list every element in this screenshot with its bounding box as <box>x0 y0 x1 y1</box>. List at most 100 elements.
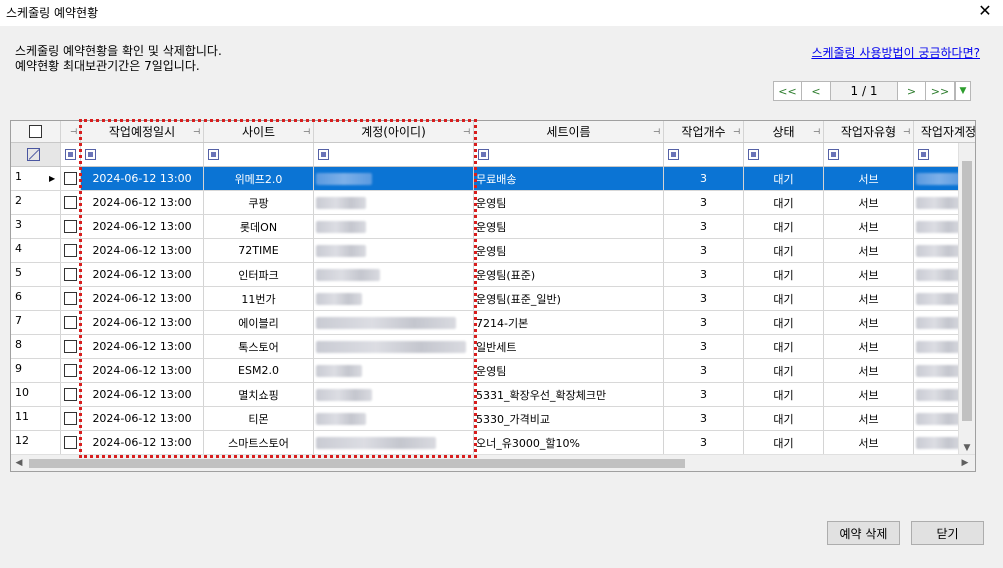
first-page-button[interactable]: << <box>773 81 802 101</box>
filter-icon[interactable] <box>208 149 219 160</box>
account-id[interactable] <box>314 383 474 406</box>
row-checkbox[interactable] <box>64 436 77 449</box>
worker-type[interactable]: 서브 <box>824 359 914 382</box>
scheduled-datetime[interactable]: 2024-06-12 13:00 <box>81 215 204 238</box>
filter-icon[interactable] <box>748 149 759 160</box>
worker-type[interactable]: 서브 <box>824 407 914 430</box>
status[interactable]: 대기 <box>744 407 824 430</box>
account-id[interactable] <box>314 287 474 310</box>
filter-icon[interactable] <box>318 149 329 160</box>
row-checkbox-cell[interactable] <box>61 359 81 382</box>
site-name[interactable]: 쿠팡 <box>204 191 314 214</box>
set-name[interactable]: 오너_유3000_할10% <box>474 431 664 454</box>
site-name[interactable]: 스마트스토어 <box>204 431 314 454</box>
filter-icon[interactable] <box>85 149 96 160</box>
horizontal-scrollbar[interactable]: ◀ ▶ <box>11 454 975 471</box>
set-name[interactable]: 운영팀 <box>474 191 664 214</box>
filter-cell[interactable] <box>204 143 314 166</box>
task-count[interactable]: 3 <box>664 335 744 358</box>
clear-filter-icon[interactable] <box>27 148 40 161</box>
delete-reservation-button[interactable]: 예약 삭제 <box>827 521 900 545</box>
row-checkbox[interactable] <box>64 316 77 329</box>
row-checkbox[interactable] <box>64 268 77 281</box>
vertical-scroll-thumb[interactable] <box>962 161 972 421</box>
pin-icon[interactable]: ⊣ <box>903 127 910 136</box>
pin-icon[interactable]: ⊣ <box>733 127 740 136</box>
worker-type[interactable]: 서브 <box>824 263 914 286</box>
vertical-scrollbar[interactable]: ▼ <box>958 143 975 456</box>
column-header[interactable]: 작업개수 ⊣ <box>664 121 744 142</box>
row-checkbox[interactable] <box>64 340 77 353</box>
filter-cell[interactable] <box>314 143 474 166</box>
filter-cell[interactable] <box>81 143 204 166</box>
set-name[interactable]: 무료배송 <box>474 167 664 190</box>
worker-type[interactable]: 서브 <box>824 335 914 358</box>
filter-cell[interactable] <box>474 143 664 166</box>
row-checkbox[interactable] <box>64 292 77 305</box>
account-id[interactable] <box>314 167 474 190</box>
account-id[interactable] <box>314 263 474 286</box>
filter-corner[interactable] <box>11 143 61 166</box>
row-checkbox-cell[interactable] <box>61 311 81 334</box>
row-checkbox-cell[interactable] <box>61 215 81 238</box>
set-name[interactable]: 운영팀(표준) <box>474 263 664 286</box>
site-name[interactable]: 11번가 <box>204 287 314 310</box>
filter-icon[interactable] <box>828 149 839 160</box>
filter-icon[interactable] <box>65 149 76 160</box>
scroll-left-icon[interactable]: ◀ <box>11 455 27 471</box>
task-count[interactable]: 3 <box>664 287 744 310</box>
set-name[interactable]: 7214-기본 <box>474 311 664 334</box>
row-checkbox[interactable] <box>64 388 77 401</box>
scheduled-datetime[interactable]: 2024-06-12 13:00 <box>81 287 204 310</box>
task-count[interactable]: 3 <box>664 239 744 262</box>
scheduled-datetime[interactable]: 2024-06-12 13:00 <box>81 383 204 406</box>
status[interactable]: 대기 <box>744 239 824 262</box>
set-name[interactable]: 5330_가격비교 <box>474 407 664 430</box>
scheduled-datetime[interactable]: 2024-06-12 13:00 <box>81 431 204 454</box>
row-checkbox-cell[interactable] <box>61 287 81 310</box>
worker-type[interactable]: 서브 <box>824 215 914 238</box>
row-checkbox-cell[interactable] <box>61 167 81 190</box>
row-checkbox[interactable] <box>64 196 77 209</box>
worker-type[interactable]: 서브 <box>824 311 914 334</box>
status[interactable]: 대기 <box>744 311 824 334</box>
row-checkbox-cell[interactable] <box>61 335 81 358</box>
set-name[interactable]: 운영팀 <box>474 359 664 382</box>
table-row[interactable]: 10 2024-06-12 13:00 멸치쇼핑 5331_확장우선_확장체크만 3 대기… <box>11 383 975 407</box>
pager-menu-icon[interactable]: ▼ <box>955 81 971 101</box>
site-name[interactable]: 인터파크 <box>204 263 314 286</box>
row-checkbox-cell[interactable] <box>61 431 81 454</box>
task-count[interactable]: 3 <box>664 215 744 238</box>
status[interactable]: 대기 <box>744 191 824 214</box>
row-checkbox[interactable] <box>64 244 77 257</box>
site-name[interactable]: 톡스토어 <box>204 335 314 358</box>
site-name[interactable]: ESM2.0 <box>204 359 314 382</box>
column-header[interactable]: 작업자계정⊣ <box>914 121 975 142</box>
table-row[interactable]: 8 2024-06-12 13:00 톡스토어 일반세트 3 대기 서브 <box>11 335 975 359</box>
column-header[interactable]: 계정(아이디) ⊣ <box>314 121 474 142</box>
column-header[interactable]: 사이트 ⊣ <box>204 121 314 142</box>
task-count[interactable]: 3 <box>664 191 744 214</box>
status[interactable]: 대기 <box>744 167 824 190</box>
horizontal-scroll-thumb[interactable] <box>29 459 685 468</box>
status[interactable]: 대기 <box>744 287 824 310</box>
worker-type[interactable]: 서브 <box>824 431 914 454</box>
row-checkbox-cell[interactable] <box>61 191 81 214</box>
close-icon[interactable]: ✕ <box>973 1 997 20</box>
status[interactable]: 대기 <box>744 263 824 286</box>
site-name[interactable]: 72TIME <box>204 239 314 262</box>
task-count[interactable]: 3 <box>664 383 744 406</box>
filter-icon[interactable] <box>478 149 489 160</box>
table-row[interactable]: 7 2024-06-12 13:00 에이블리 7214-기본 3 대기 서브 <box>11 311 975 335</box>
task-count[interactable]: 3 <box>664 431 744 454</box>
column-header[interactable]: 작업자유형 ⊣ <box>824 121 914 142</box>
table-row[interactable]: 9 2024-06-12 13:00 ESM2.0 운영팀 3 대기 서브 <box>11 359 975 383</box>
row-checkbox-cell[interactable] <box>61 263 81 286</box>
scheduled-datetime[interactable]: 2024-06-12 13:00 <box>81 359 204 382</box>
scheduled-datetime[interactable]: 2024-06-12 13:00 <box>81 239 204 262</box>
select-all-checkbox[interactable] <box>29 125 42 138</box>
column-header[interactable]: 상태 ⊣ <box>744 121 824 142</box>
status[interactable]: 대기 <box>744 383 824 406</box>
scheduled-datetime[interactable]: 2024-06-12 13:00 <box>81 191 204 214</box>
scheduled-datetime[interactable]: 2024-06-12 13:00 <box>81 335 204 358</box>
